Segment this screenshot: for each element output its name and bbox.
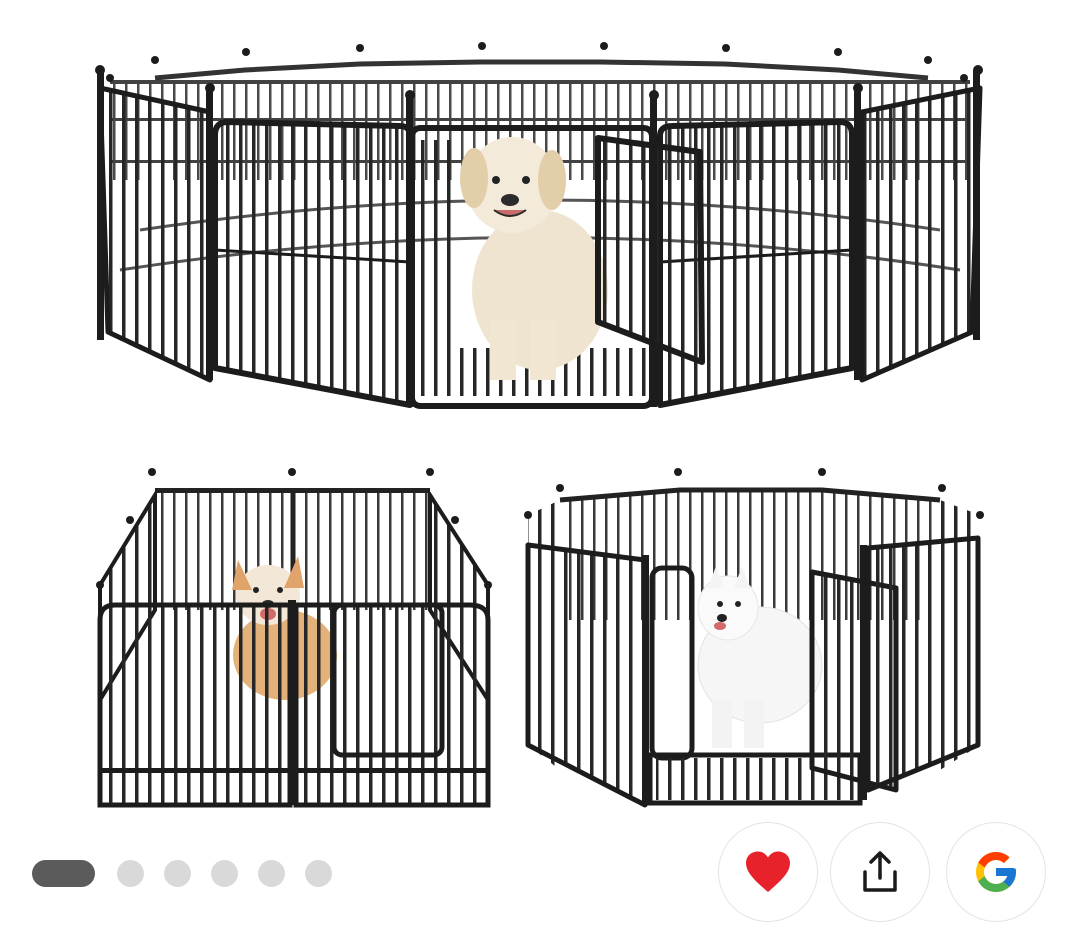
google-search-button[interactable] — [946, 822, 1046, 922]
carousel-dot-active[interactable] — [32, 859, 95, 887]
carousel-dots — [32, 858, 332, 888]
share-icon — [863, 851, 897, 892]
heart-icon — [746, 851, 790, 892]
large-playpen — [95, 42, 983, 409]
share-button[interactable] — [830, 822, 930, 922]
favorite-button[interactable] — [718, 822, 818, 922]
product-image[interactable] — [0, 0, 1080, 830]
carousel-dot[interactable] — [164, 859, 191, 887]
carousel-dot[interactable] — [258, 859, 285, 887]
carousel-dot[interactable] — [305, 859, 332, 887]
google-logo-icon — [976, 852, 1016, 892]
carousel-dot[interactable] — [211, 859, 238, 887]
carousel-dot[interactable] — [117, 859, 144, 887]
small-playpen-samoyed — [524, 468, 984, 808]
small-playpen-corgi — [96, 468, 492, 808]
